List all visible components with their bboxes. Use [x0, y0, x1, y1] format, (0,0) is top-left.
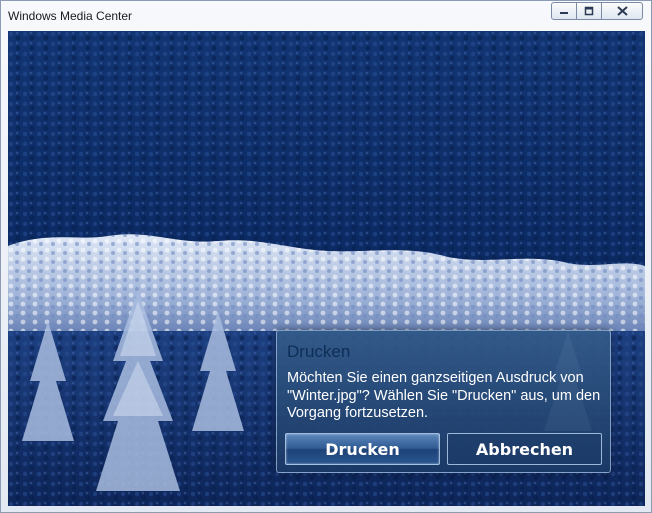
title-bar[interactable]: Windows Media Center: [1, 1, 651, 31]
photo-viewer[interactable]: Drucken Möchten Sie einen ganzseitigen A…: [8, 31, 645, 506]
media-center-window: Windows Media Center Drucken Möchten Sie…: [0, 0, 652, 513]
minimize-button[interactable]: [551, 2, 577, 20]
restore-button[interactable]: [576, 2, 602, 20]
close-button[interactable]: [601, 2, 643, 20]
dialog-title: Drucken: [287, 342, 351, 361]
window-title: Windows Media Center: [8, 9, 133, 23]
restore-icon: [584, 6, 594, 16]
dialog-message: Möchten Sie einen ganzseitigen Ausdruck …: [287, 370, 601, 421]
cancel-button[interactable]: Abbrechen: [447, 433, 602, 465]
print-button[interactable]: Drucken: [285, 433, 440, 465]
minimize-icon: [560, 12, 568, 14]
print-dialog: Drucken Möchten Sie einen ganzseitigen A…: [276, 330, 611, 473]
close-icon: [616, 6, 628, 16]
caption-buttons: [551, 2, 643, 22]
